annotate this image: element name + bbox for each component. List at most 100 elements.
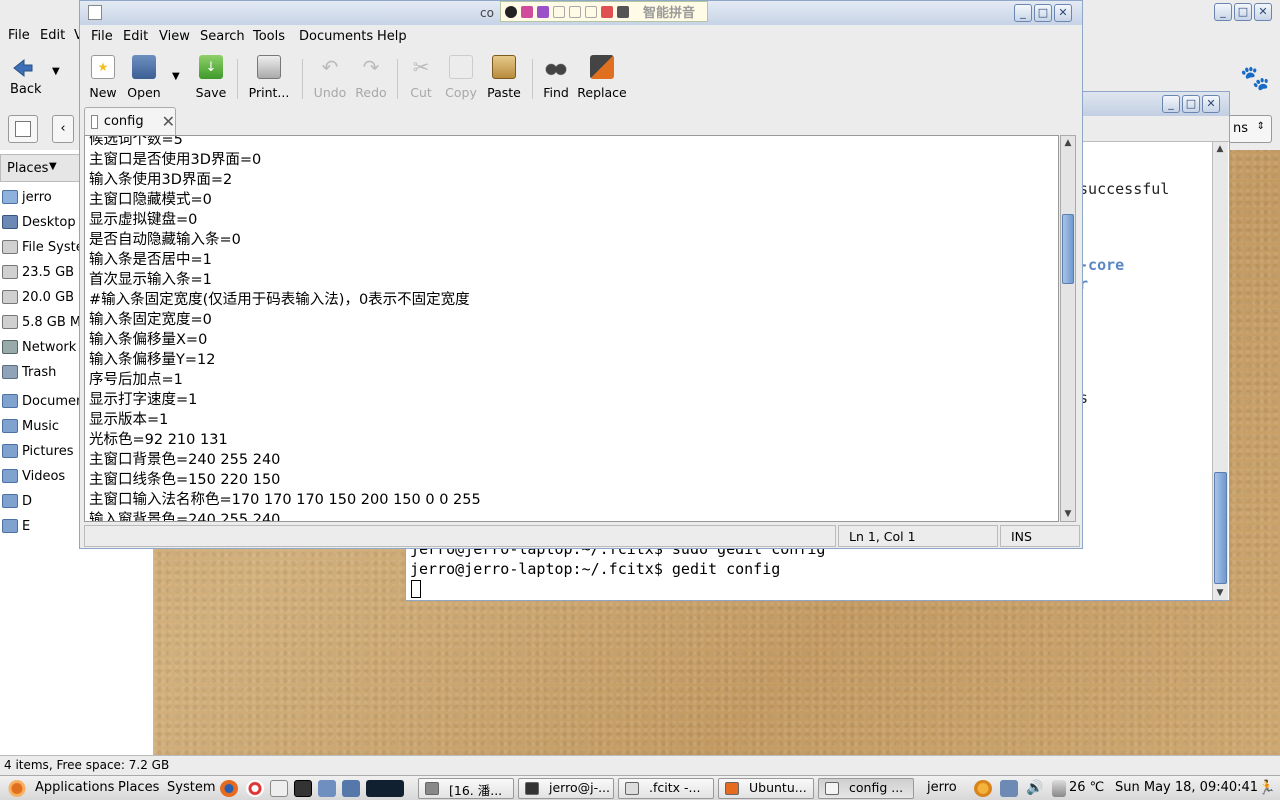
terminal-scrollbar[interactable]: ▲ ▼ [1212,142,1228,600]
sidebar-item-label: Music [22,418,59,434]
traditional-icon[interactable] [585,5,597,18]
running-man-icon[interactable]: 🏃 [1258,780,1276,797]
penguin-icon[interactable] [505,5,517,18]
temperature[interactable]: 26 ℃ [1069,780,1104,795]
terminal-window-controls: _ □ ✕ [1162,95,1220,113]
editor-line: 主窗口输入法名称色=170 170 170 150 200 150 0 0 25… [89,492,481,508]
menu-search[interactable]: Search [200,29,245,44]
menu-tools[interactable]: Tools [253,29,285,44]
scroll-thumb[interactable] [1214,472,1227,584]
taskbar-button-label: [16. 潘... [449,783,503,798]
cursor-position: Ln 1, Col 1 [838,525,998,547]
toolbar-separator [532,59,533,99]
chevron-down-icon: ▼ [49,161,57,172]
open-button[interactable]: Open [127,55,161,101]
folder-icon [2,444,18,458]
desktop-icon [2,215,18,229]
taskbar-button[interactable]: .fcitx -... [618,778,714,799]
menu-view[interactable]: View [159,29,190,44]
scroll-thumb[interactable] [1062,214,1074,284]
terminal-launcher-icon[interactable] [294,780,312,797]
paste-button[interactable]: Paste [486,55,522,101]
system-menu[interactable]: System [167,780,215,795]
gedit-toolbar: ★ New Open ▼ ↓ Save Print... ↶ Undo ↷ Re… [80,51,1082,103]
save-button[interactable]: ↓ Save [195,55,227,101]
sidebar-item-label: Videos [22,468,66,484]
view-select[interactable]: ns ⇕ [1228,115,1272,143]
menu-file[interactable]: File [91,29,113,44]
text-editor-launcher-icon[interactable] [270,780,288,797]
places-dropdown[interactable]: Places ▼ [0,154,80,182]
close-icon[interactable]: ✕ [1054,4,1072,22]
minimize-icon[interactable]: _ [1214,3,1232,21]
find-button[interactable]: Find [542,55,570,101]
firefox-icon[interactable] [220,780,238,797]
close-tab-icon[interactable]: ✕ [162,112,175,131]
user-name[interactable]: jerro [927,780,957,795]
editor-scrollbar[interactable]: ▲ ▼ [1060,135,1076,522]
redo-icon: ↷ [362,55,380,79]
punctuation-icon[interactable] [537,5,549,18]
scroll-up-icon[interactable]: ▲ [1213,142,1227,156]
music-icon [425,782,439,795]
insert-mode[interactable]: INS [1000,525,1080,547]
cut-button[interactable]: ✂ Cut [408,55,434,101]
copy-button[interactable]: Copy [444,55,478,101]
association-icon[interactable] [569,5,581,18]
places-menu[interactable]: Places [118,780,159,795]
open-folder-icon [132,55,156,79]
taskbar-button[interactable]: [16. 潘... [418,778,514,799]
editor-line: 输入条偏移量X=0 [89,332,208,348]
back-button[interactable]: Back ▼ [6,58,66,100]
update-notifier-icon[interactable] [974,780,992,797]
menu-edit[interactable]: Edit [40,28,65,43]
maximize-icon[interactable]: □ [1234,3,1252,21]
menu-help[interactable]: Help [377,29,407,44]
redo-button[interactable]: ↷ Redo [355,55,387,101]
editor-line: #输入条固定宽度(仅适用于码表输入法)，0表示不固定宽度 [89,292,470,308]
editor-line: 主窗口是否使用3D界面=0 [89,152,262,168]
edit-location-button[interactable] [8,115,38,143]
chevron-left-icon[interactable]: ‹ [52,115,74,143]
clock[interactable]: Sun May 18, 09:40:41 [1115,780,1258,795]
close-icon[interactable]: ✕ [1254,3,1272,21]
chevron-down-icon[interactable]: ▼ [172,71,180,82]
minimize-icon[interactable]: _ [1162,95,1180,113]
menu-file[interactable]: File [8,28,30,43]
applications-menu[interactable]: Applications [35,780,114,795]
taskbar-button[interactable]: jerro@j-... [518,778,614,799]
taskbar-button[interactable]: Ubuntu... [718,778,814,799]
scroll-up-icon[interactable]: ▲ [1061,136,1075,150]
maximize-icon[interactable]: □ [1182,95,1200,113]
scroll-down-icon[interactable]: ▼ [1061,507,1075,521]
tab-config[interactable]: config ✕ [84,107,176,135]
volume-icon[interactable]: 🔊 [1026,780,1044,797]
help-icon[interactable] [246,780,264,797]
taskbar-button-label: jerro@j-... [549,780,610,795]
menu-documents[interactable]: Documents [299,29,373,44]
menu-edit[interactable]: Edit [123,29,148,44]
replace-button[interactable]: Replace [577,55,627,101]
scroll-down-icon[interactable]: ▼ [1213,586,1227,600]
undo-button[interactable]: ↶ Undo [313,55,347,101]
text-editor[interactable]: 候选词个数=5 主窗口是否使用3D界面=0 输入条使用3D界面=2 主窗口隐藏模式=0… [84,135,1059,522]
close-icon[interactable]: ✕ [1202,95,1220,113]
screenshot-launcher-icon[interactable] [342,780,360,797]
minimize-icon[interactable]: _ [1014,4,1032,22]
new-button[interactable]: ★ New [89,55,117,101]
chinese-mode-icon[interactable] [521,5,533,18]
drive-icon [2,265,18,279]
editor-line: 输入条使用3D界面=2 [89,172,233,188]
lock-icon[interactable] [601,5,613,18]
maximize-icon[interactable]: □ [1034,4,1052,22]
print-button[interactable]: Print... [247,55,291,101]
gnome-foot-icon: 🐾 [1240,64,1270,92]
full-width-icon[interactable] [553,5,565,18]
new-label: New [89,85,117,100]
home-folder-launcher-icon[interactable] [318,780,336,797]
network-icon[interactable] [1000,780,1018,797]
taskbar-button[interactable]: config ... [818,778,914,799]
ime-toolbar[interactable]: 智能拼音 [500,1,708,22]
chevron-down-icon[interactable]: ▼ [52,66,60,77]
keyboard-icon[interactable] [617,5,629,18]
